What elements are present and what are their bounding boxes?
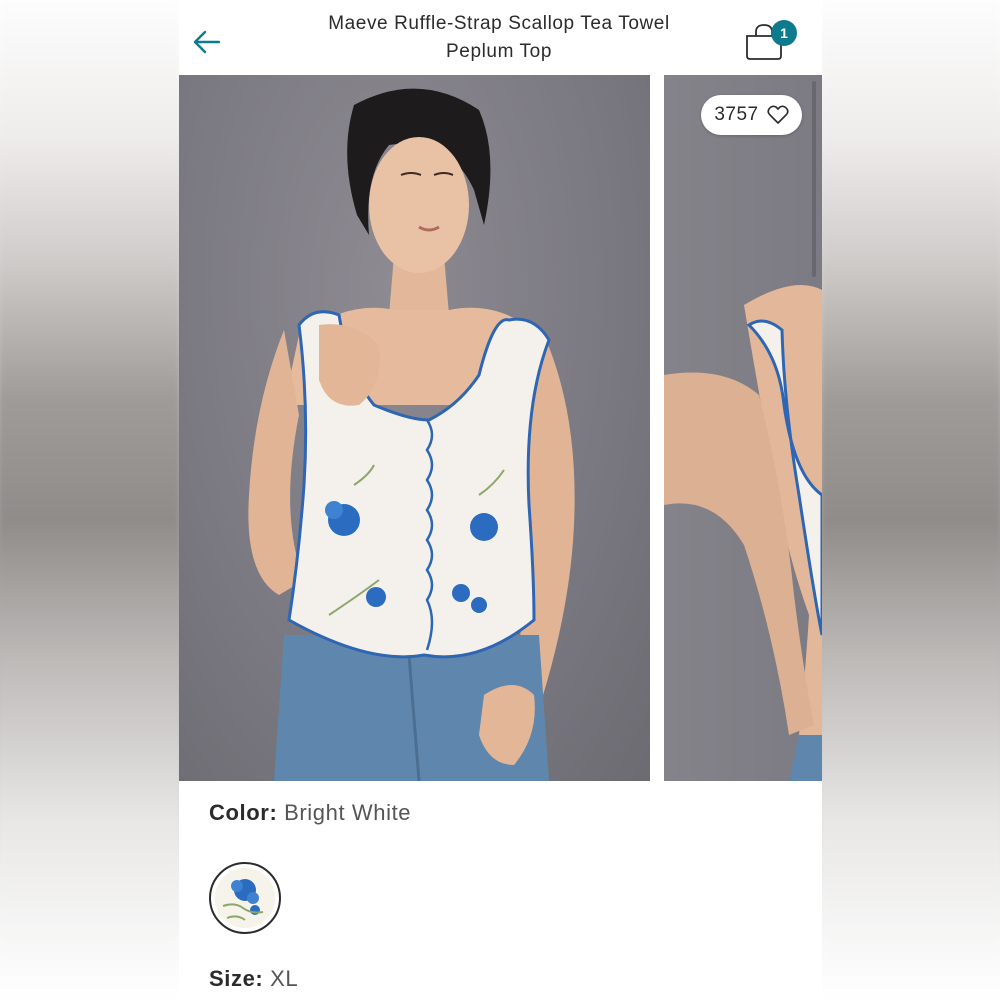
color-value: Bright White (284, 800, 412, 825)
size-selection-label: Size: XL (209, 966, 298, 992)
swatch-image (215, 868, 275, 928)
back-button[interactable] (189, 22, 229, 62)
product-title: Maeve Ruffle-Strap Scallop Tea Towel Pep… (289, 10, 709, 66)
likes-count: 3757 (714, 104, 759, 125)
cart-count-badge: 1 (771, 20, 797, 46)
color-selection-label: Color: Bright White (209, 800, 411, 826)
model-illustration-front (248, 88, 575, 781)
floral-swatch-icon (215, 868, 275, 928)
product-page: Maeve Ruffle-Strap Scallop Tea Towel Pep… (179, 0, 822, 1000)
product-photo-back[interactable] (664, 75, 822, 781)
product-title-line1: Maeve Ruffle-Strap Scallop Tea Towel (328, 13, 670, 34)
background-blur-right (822, 0, 1000, 1000)
like-button[interactable]: 3757 (701, 95, 802, 135)
model-illustration-back (664, 285, 822, 781)
product-image-carousel[interactable]: 3757 (179, 75, 822, 781)
product-title-line2: Peplum Top (446, 41, 552, 62)
cart-button[interactable]: 1 (739, 18, 799, 64)
color-swatch-bright-white[interactable] (209, 862, 281, 934)
background-blur-left (0, 0, 179, 1000)
heart-outline-icon (767, 105, 789, 124)
size-value: XL (270, 966, 299, 991)
color-label: Color: (209, 800, 278, 825)
top-nav-bar: Maeve Ruffle-Strap Scallop Tea Towel Pep… (179, 0, 822, 75)
size-label: Size: (209, 966, 264, 991)
arrow-left-icon (193, 30, 221, 54)
product-photo-front[interactable] (179, 75, 650, 781)
carousel-scroll-indicator (812, 81, 816, 277)
